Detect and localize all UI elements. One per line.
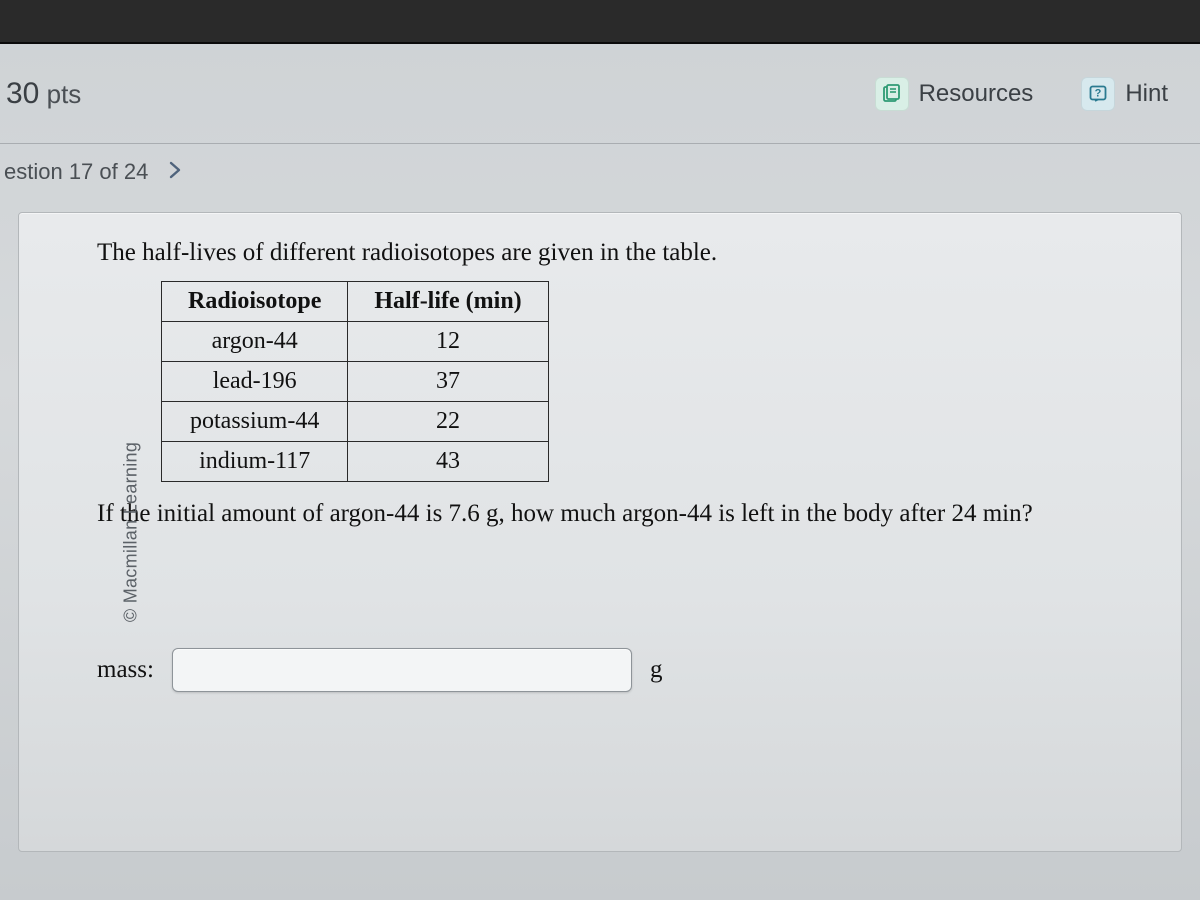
table-header: Radioisotope: [162, 282, 348, 322]
hint-label: Hint: [1125, 80, 1168, 108]
table-row: lead-196 37: [162, 362, 549, 402]
question-text: If the initial amount of argon-44 is 7.6…: [97, 500, 1153, 528]
mass-input[interactable]: [172, 648, 632, 692]
top-bar: 30 pts Resources ?: [0, 44, 1200, 144]
table-row: argon-44 12: [162, 322, 549, 362]
question-nav: estion 17 of 24: [0, 144, 1200, 200]
answer-unit: g: [650, 656, 663, 684]
table-row: potassium-44 22: [162, 402, 549, 442]
table-cell: 37: [348, 362, 548, 402]
copyright-text: © Macmillan Learning: [121, 442, 142, 622]
table-header: Half-life (min): [348, 282, 548, 322]
hint-icon: ?: [1081, 77, 1115, 111]
question-counter: estion 17 of 24: [4, 159, 148, 185]
points-display: 30 pts: [6, 77, 81, 111]
chevron-right-icon: [168, 161, 182, 179]
table-cell: argon-44: [162, 322, 348, 362]
answer-label: mass:: [97, 656, 154, 684]
table-cell: 22: [348, 402, 548, 442]
points-unit: pts: [47, 79, 82, 109]
table-cell: lead-196: [162, 362, 348, 402]
next-question-button[interactable]: [162, 155, 188, 189]
resources-label: Resources: [919, 80, 1034, 108]
table-header-row: Radioisotope Half-life (min): [162, 282, 549, 322]
table-row: indium-117 43: [162, 442, 549, 482]
table-cell: indium-117: [162, 442, 348, 482]
question-intro: The half-lives of different radioisotope…: [97, 239, 1153, 267]
svg-text:?: ?: [1095, 87, 1102, 99]
resources-button[interactable]: Resources: [865, 71, 1044, 117]
halflife-table: Radioisotope Half-life (min) argon-44 12…: [161, 281, 549, 482]
hint-button[interactable]: ? Hint: [1071, 71, 1178, 117]
resources-icon: [875, 77, 909, 111]
app-screen: 30 pts Resources ?: [0, 42, 1200, 900]
table-cell: potassium-44: [162, 402, 348, 442]
answer-row: mass: g: [97, 648, 1153, 692]
question-card: © Macmillan Learning The half-lives of d…: [18, 212, 1182, 852]
table-cell: 43: [348, 442, 548, 482]
table-cell: 12: [348, 322, 548, 362]
points-number: 30: [6, 77, 39, 110]
